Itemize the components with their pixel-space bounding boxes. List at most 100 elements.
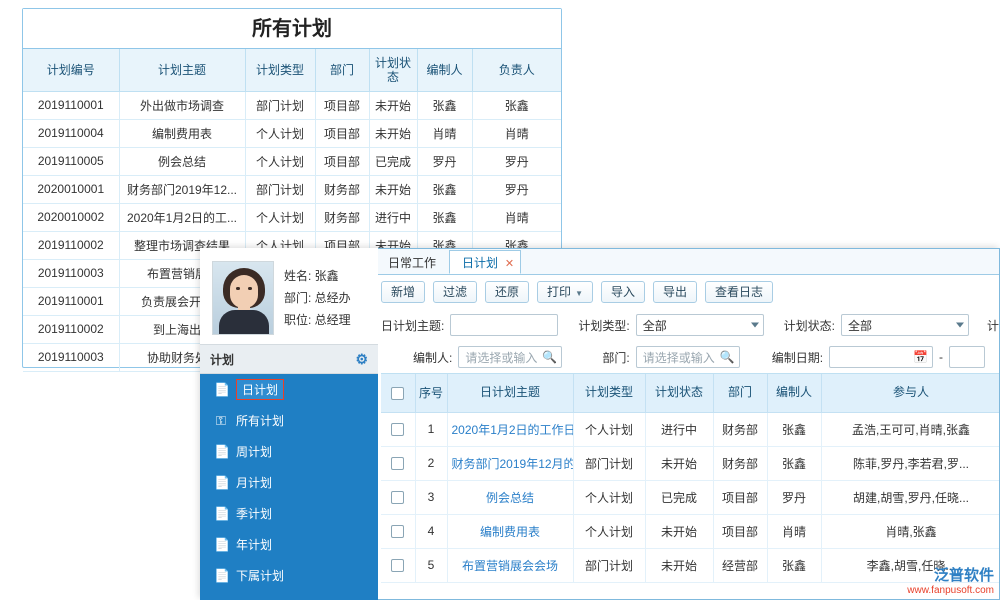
status-filter-select[interactable]: 全部 (841, 314, 969, 336)
sidebar-item-label: 下属计划 (236, 567, 284, 584)
column-header[interactable]: 编制人 (417, 49, 472, 91)
row-checkbox-cell[interactable] (381, 480, 415, 514)
table-cell: 2019110003 (23, 343, 119, 371)
table-cell: 进行中 (645, 412, 713, 446)
row-checkbox[interactable] (391, 457, 404, 470)
table-cell: 肖晴 (767, 514, 821, 548)
tab-daily-plan[interactable]: 日计划 ✕ (449, 250, 521, 274)
column-header[interactable]: 日计划主题 (447, 374, 573, 412)
table-cell: 部门计划 (245, 175, 315, 203)
table-cell: 项目部 (315, 91, 369, 119)
sidebar-item-7[interactable]: 📄下属计划 (200, 560, 378, 591)
column-header[interactable]: 计划状态 (369, 49, 417, 91)
table-cell: 2019110005 (23, 147, 119, 175)
column-header[interactable]: 计划编号 (23, 49, 119, 91)
row-checkbox-cell[interactable] (381, 412, 415, 446)
sidebar-item-4[interactable]: 📄 月计划 (200, 467, 378, 498)
column-header[interactable]: 计划主题 (119, 49, 245, 91)
table-row[interactable]: 5布置营销展会会场部门计划未开始经营部张鑫李鑫,胡雪,任晓... (381, 548, 1000, 582)
dept-filter-label: 部门: (602, 349, 629, 366)
avatar (212, 261, 274, 335)
table-cell: 2019110002 (23, 315, 119, 343)
type-filter-select[interactable]: 全部 (636, 314, 764, 336)
table-cell: 已完成 (645, 480, 713, 514)
status-filter-label: 计划状态: (784, 317, 835, 334)
row-checkbox[interactable] (391, 525, 404, 538)
table-row[interactable]: 12020年1月2日的工作日...个人计划进行中财务部张鑫孟浩,王可可,肖晴,张… (381, 412, 1000, 446)
author-filter-label: 编制人: (413, 349, 452, 366)
search-icon[interactable]: 🔍 (720, 350, 735, 364)
print-button[interactable]: 打印▼ (537, 281, 593, 303)
table-row[interactable]: 3例会总结个人计划已完成项目部罗丹胡建,胡雪,罗丹,任晓... (381, 480, 1000, 514)
table-row[interactable]: 2财务部门2019年12月的...部门计划未开始财务部张鑫陈菲,罗丹,李若君,罗… (381, 446, 1000, 480)
column-header[interactable]: 负责人 (472, 49, 561, 91)
select-all-checkbox[interactable] (391, 387, 404, 400)
column-header[interactable]: 编制人 (767, 374, 821, 412)
table-cell: 财务部 (315, 175, 369, 203)
view-log-button[interactable]: 查看日志 (705, 281, 773, 303)
sidebar-item-5[interactable]: 📄季计划 (200, 498, 378, 529)
sidebar-item-6[interactable]: 📄年计划 (200, 529, 378, 560)
row-checkbox-cell[interactable] (381, 514, 415, 548)
sidebar-item-label: 月计划 (236, 474, 272, 491)
sidebar-item-3[interactable]: 📄周计划 (200, 436, 378, 467)
file-icon: 📄 (214, 506, 228, 522)
table-header-row: 序号 日计划主题 计划类型 计划状态 部门 编制人 参与人 (381, 374, 1000, 412)
row-checkbox-cell[interactable] (381, 446, 415, 480)
export-button[interactable]: 导出 (653, 281, 697, 303)
column-header[interactable]: 部门 (315, 49, 369, 91)
table-cell: 财务部 (713, 412, 767, 446)
close-icon[interactable]: ✕ (505, 252, 514, 276)
table-cell: 个人计划 (573, 514, 645, 548)
table-cell[interactable]: 例会总结 (447, 480, 573, 514)
table-row[interactable]: 2019110001外出做市场调查部门计划项目部未开始张鑫张鑫 (23, 91, 561, 119)
column-header[interactable]: 计划类型 (245, 49, 315, 91)
table-cell: 未开始 (369, 91, 417, 119)
table-row[interactable]: 2019110004编制费用表个人计划项目部未开始肖晴肖晴 (23, 119, 561, 147)
button-label: 还原 (495, 285, 519, 299)
import-button[interactable]: 导入 (601, 281, 645, 303)
restore-button[interactable]: 还原 (485, 281, 529, 303)
subject-filter-label: 日计划主题: (381, 317, 444, 334)
table-cell[interactable]: 2020年1月2日的工作日... (447, 412, 573, 446)
file-icon: 📄 (214, 475, 228, 491)
search-icon[interactable]: 🔍 (542, 350, 557, 364)
table-cell[interactable]: 财务部门2019年12月的... (447, 446, 573, 480)
dept-filter-search[interactable]: 请选择或输入 🔍 (636, 346, 740, 368)
column-header[interactable]: 计划类型 (573, 374, 645, 412)
file-icon: 📄 (214, 444, 228, 460)
calendar-icon[interactable]: 📅 (913, 350, 928, 364)
subject-filter-input[interactable] (450, 314, 558, 336)
table-row[interactable]: 20200100022020年1月2日的工...个人计划财务部进行中张鑫肖晴 (23, 203, 561, 231)
table-row[interactable]: 4编制费用表个人计划未开始项目部肖晴肖晴,张鑫 (381, 514, 1000, 548)
column-header[interactable]: 计划状态 (645, 374, 713, 412)
row-checkbox-cell[interactable] (381, 548, 415, 582)
select-all-header[interactable] (381, 374, 415, 412)
extra-filter-label: 计 (987, 317, 999, 334)
add-button[interactable]: 新增 (381, 281, 425, 303)
profile-dept: 部门: 总经办 (284, 287, 351, 309)
sidebar-item-2[interactable]: ⚿所有计划 (200, 405, 378, 436)
table-row[interactable]: 2020010001财务部门2019年12...部门计划财务部未开始张鑫罗丹 (23, 175, 561, 203)
gear-icon[interactable]: ⚙ (355, 351, 368, 368)
date-filter-start[interactable]: 📅 (829, 346, 933, 368)
table-cell[interactable]: 编制费用表 (447, 514, 573, 548)
filter-button[interactable]: 过滤 (433, 281, 477, 303)
author-filter-search[interactable]: 请选择或输入 🔍 (458, 346, 562, 368)
table-cell: 项目部 (713, 480, 767, 514)
column-header[interactable]: 参与人 (821, 374, 1000, 412)
row-checkbox[interactable] (391, 491, 404, 504)
row-checkbox[interactable] (391, 559, 404, 572)
table-cell: 进行中 (369, 203, 417, 231)
date-range-separator: - (939, 350, 943, 364)
button-label: 新增 (391, 285, 415, 299)
sidebar-item-1[interactable]: 📄日计划 (200, 374, 378, 405)
row-checkbox[interactable] (391, 423, 404, 436)
column-header[interactable]: 序号 (415, 374, 447, 412)
table-row[interactable]: 2019110005例会总结个人计划项目部已完成罗丹罗丹 (23, 147, 561, 175)
table-cell: 张鑫 (472, 91, 561, 119)
tab-daily-work[interactable]: 日常工作 (375, 250, 449, 274)
table-cell[interactable]: 布置营销展会会场 (447, 548, 573, 582)
column-header[interactable]: 部门 (713, 374, 767, 412)
date-filter-end[interactable] (949, 346, 985, 368)
